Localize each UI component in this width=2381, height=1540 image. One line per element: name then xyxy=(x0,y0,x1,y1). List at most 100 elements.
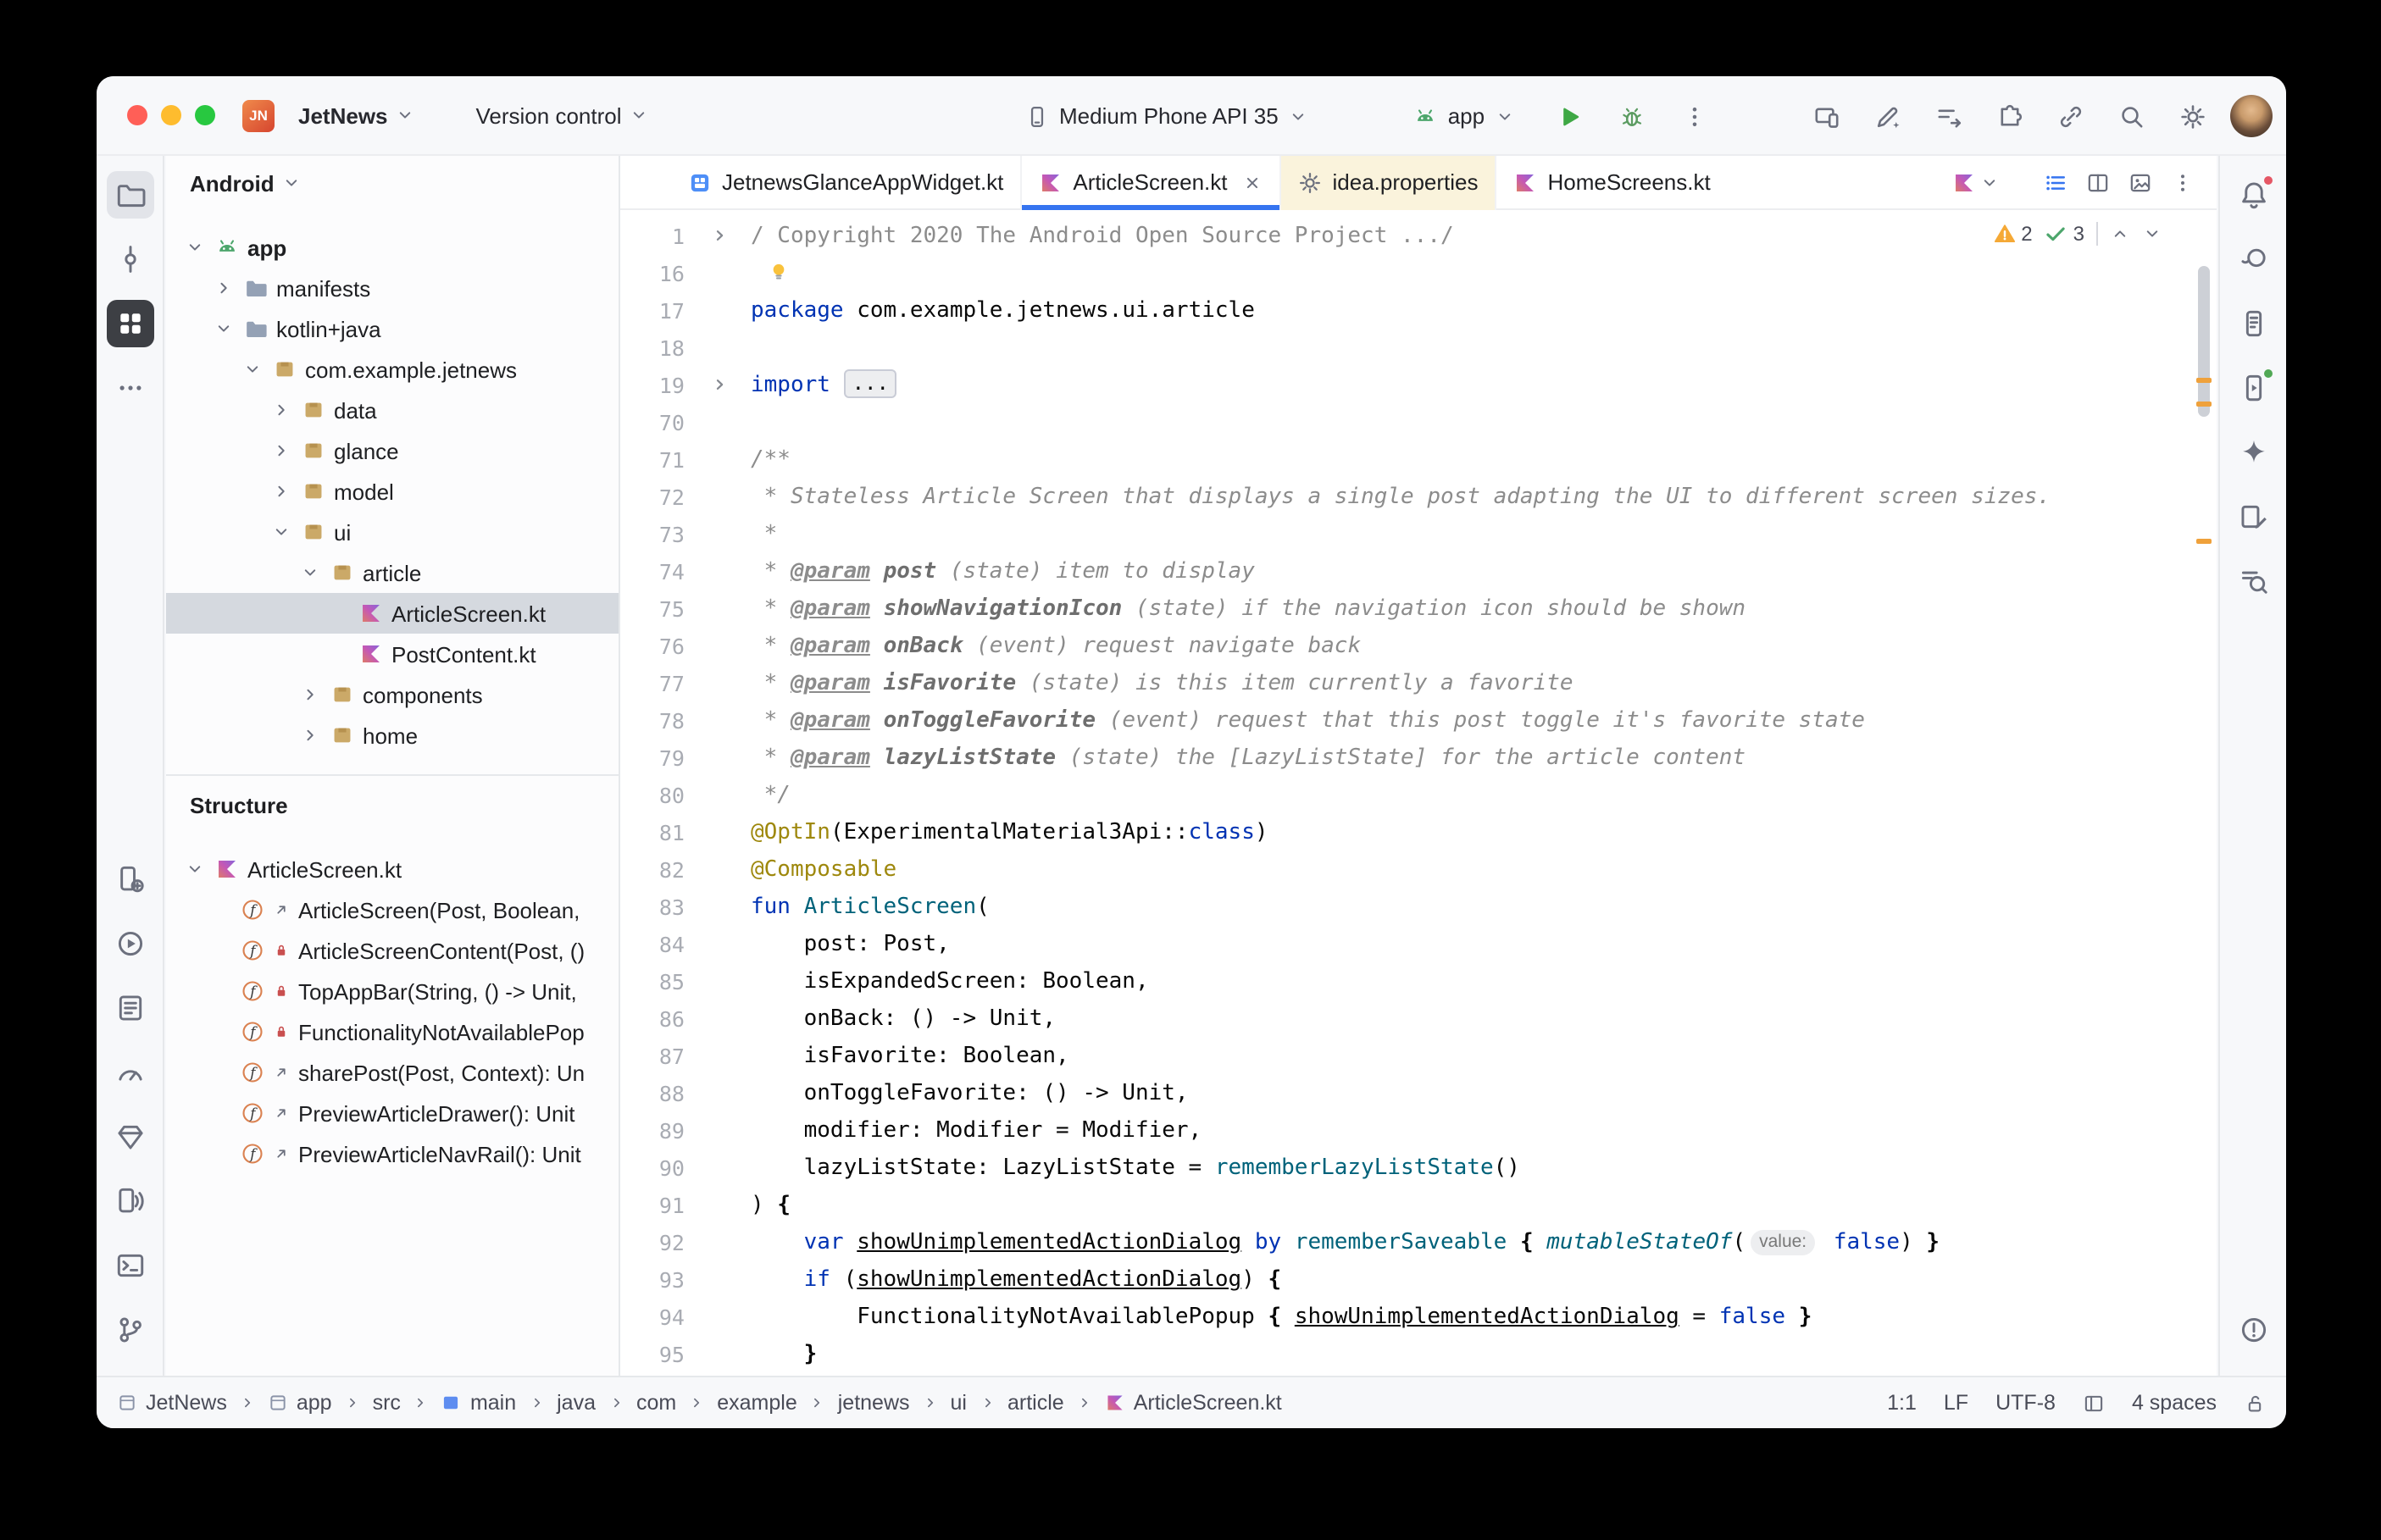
plugins-button[interactable] xyxy=(1986,93,2032,139)
notifications-button[interactable] xyxy=(2229,171,2277,219)
git-branch-button[interactable] xyxy=(106,1306,153,1354)
chevron-down-icon[interactable] xyxy=(269,522,293,542)
caret-position[interactable]: 1:1 xyxy=(1887,1391,1917,1415)
members-list-icon[interactable] xyxy=(2044,170,2067,194)
chevron-right-icon[interactable] xyxy=(212,278,236,298)
write-access-toggle[interactable] xyxy=(2244,1392,2266,1414)
chevron-down-icon[interactable] xyxy=(183,237,207,258)
warnings-indicator[interactable]: 2 xyxy=(1992,222,2032,246)
kebab-icon[interactable] xyxy=(2171,170,2195,194)
editor-tab[interactable]: HomeScreens.kt xyxy=(1496,155,1728,209)
chevron-right-icon[interactable] xyxy=(298,725,322,745)
structure-item[interactable]: fFunctionalityNotAvailablePop xyxy=(166,1011,619,1052)
chevron-down-icon[interactable] xyxy=(212,319,236,339)
link-button[interactable] xyxy=(2047,93,2093,139)
layout-editor-button[interactable] xyxy=(2229,493,2277,540)
breadcrumb-item[interactable]: example xyxy=(717,1391,797,1415)
task-list-button[interactable] xyxy=(1925,93,1971,139)
line-separator[interactable]: LF xyxy=(1944,1391,1968,1415)
breadcrumb-item[interactable]: app xyxy=(268,1391,332,1415)
next-problem-button[interactable] xyxy=(2142,224,2162,244)
error-stripe-mark[interactable] xyxy=(2196,539,2212,544)
tree-item[interactable]: article xyxy=(166,552,619,593)
close-icon[interactable] xyxy=(1243,172,1263,192)
tree-item[interactable]: model xyxy=(166,471,619,512)
close-window-button[interactable] xyxy=(127,105,147,125)
inspection-widget[interactable]: 2 3 xyxy=(1982,219,2173,249)
breadcrumb-item[interactable]: ui xyxy=(951,1391,967,1415)
previous-problem-button[interactable] xyxy=(2110,224,2130,244)
run-configuration[interactable]: app xyxy=(1401,98,1529,134)
chevron-right-icon[interactable] xyxy=(269,481,293,501)
running-devices-button[interactable] xyxy=(2229,364,2277,412)
breadcrumb-item[interactable]: src xyxy=(373,1391,401,1415)
fold-toggle[interactable] xyxy=(695,368,751,405)
terminal-button[interactable] xyxy=(106,1242,153,1289)
tree-item[interactable]: glance xyxy=(166,430,619,471)
debug-button[interactable] xyxy=(1608,93,1654,139)
resource-grid-button[interactable] xyxy=(106,300,153,347)
gradle-button[interactable] xyxy=(2229,235,2277,283)
editor-tab[interactable]: ArticleScreen.kt xyxy=(1020,155,1279,209)
avatar[interactable] xyxy=(2230,95,2273,137)
structure-item[interactable]: fArticleScreenContent(Post, () xyxy=(166,930,619,971)
problems-button[interactable] xyxy=(2229,1306,2277,1354)
run-button[interactable] xyxy=(1546,93,1591,139)
fold-toggle[interactable] xyxy=(695,219,751,256)
breadcrumb-item[interactable]: java xyxy=(557,1391,596,1415)
file-encoding[interactable]: UTF-8 xyxy=(1995,1391,2056,1415)
device-streaming-button[interactable] xyxy=(106,1177,153,1225)
error-stripe-mark[interactable] xyxy=(2196,402,2212,407)
more-run-actions-button[interactable] xyxy=(1671,93,1717,139)
logcat-button[interactable] xyxy=(106,984,153,1032)
indent-widget[interactable] xyxy=(2083,1392,2105,1414)
zoom-window-button[interactable] xyxy=(195,105,215,125)
structure-item[interactable]: fTopAppBar(String, () -> Unit, xyxy=(166,971,619,1011)
tree-item[interactable]: com.example.jetnews xyxy=(166,349,619,390)
structure-item[interactable]: fPreviewArticleNavRail(): Unit xyxy=(166,1133,619,1174)
tree-item[interactable]: kotlin+java xyxy=(166,308,619,349)
tree-item[interactable]: ArticleScreen.kt xyxy=(166,593,619,634)
tree-item[interactable]: manifests xyxy=(166,268,619,308)
passed-indicator[interactable]: 3 xyxy=(2045,222,2084,246)
tree-item[interactable]: home xyxy=(166,715,619,756)
settings-button[interactable] xyxy=(2169,93,2215,139)
device-mirroring-button[interactable] xyxy=(1803,93,1849,139)
tree-item[interactable]: data xyxy=(166,390,619,430)
device-manager-button[interactable] xyxy=(106,856,153,903)
search-button[interactable] xyxy=(2108,93,2154,139)
structure-root[interactable]: ArticleScreen.kt xyxy=(166,849,619,889)
hidden-tabs-dropdown[interactable] xyxy=(1952,170,2000,194)
structure-item[interactable]: fPreviewArticleDrawer(): Unit xyxy=(166,1093,619,1133)
breadcrumb-item[interactable]: com xyxy=(636,1391,676,1415)
breadcrumb-item[interactable]: jetnews xyxy=(838,1391,910,1415)
intention-bulb-icon[interactable] xyxy=(768,261,790,283)
tree-item[interactable]: components xyxy=(166,674,619,715)
preview-image-icon[interactable] xyxy=(2128,170,2152,194)
editor-tab[interactable]: JetnewsGlanceAppWidget.kt xyxy=(671,155,1020,209)
structure-item[interactable]: fsharePost(Post, Context): Un xyxy=(166,1052,619,1093)
folded-imports[interactable]: ... xyxy=(844,369,897,398)
structure-item[interactable]: fArticleScreen(Post, Boolean, xyxy=(166,889,619,930)
tree-item[interactable]: ui xyxy=(166,512,619,552)
editor-tab[interactable]: idea.properties xyxy=(1280,155,1496,209)
find-button[interactable] xyxy=(2229,557,2277,605)
split-editor-icon[interactable] xyxy=(2086,170,2110,194)
ai-pen-button[interactable] xyxy=(1864,93,1910,139)
breadcrumb-item[interactable]: ArticleScreen.kt xyxy=(1105,1391,1282,1415)
project-menu-button[interactable]: JetNews xyxy=(286,96,427,135)
more-button[interactable] xyxy=(106,364,153,412)
profiler-button[interactable] xyxy=(106,1049,153,1096)
project-folder-button[interactable] xyxy=(106,171,153,219)
chevron-right-icon[interactable] xyxy=(269,400,293,420)
chevron-down-icon[interactable] xyxy=(241,359,264,379)
commit-button[interactable] xyxy=(106,235,153,283)
chevron-down-icon[interactable] xyxy=(298,562,322,583)
device-selector[interactable]: Medium Phone API 35 xyxy=(1012,98,1323,134)
chevron-right-icon[interactable] xyxy=(298,684,322,705)
breadcrumb-item[interactable]: main xyxy=(441,1391,516,1415)
project-view-selector[interactable]: Android xyxy=(166,156,619,210)
error-stripe-mark[interactable] xyxy=(2196,378,2212,383)
minimize-window-button[interactable] xyxy=(161,105,181,125)
breadcrumb-item[interactable]: JetNews xyxy=(117,1391,227,1415)
